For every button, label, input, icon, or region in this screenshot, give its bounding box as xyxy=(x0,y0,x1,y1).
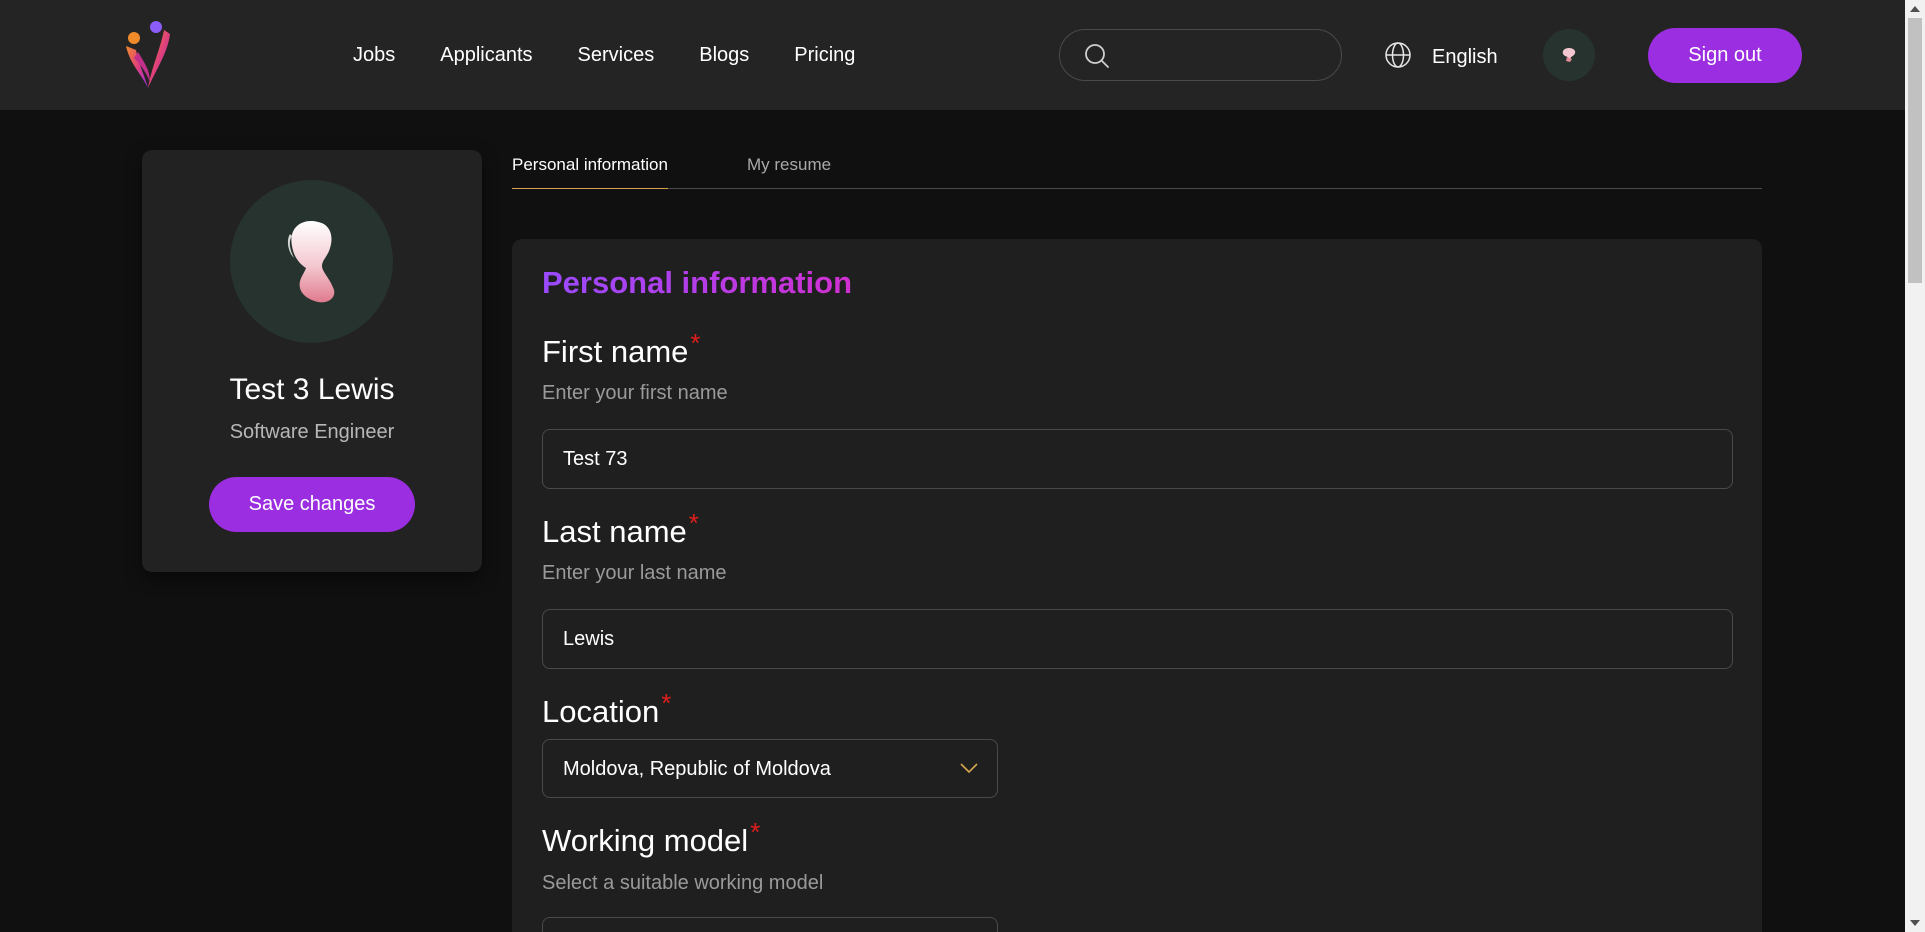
top-navigation-bar: Jobs Applicants Services Blogs Pricing E… xyxy=(0,0,1905,110)
sign-out-button[interactable]: Sign out xyxy=(1648,28,1802,83)
personal-information-panel: Personal information First name* Enter y… xyxy=(512,239,1762,932)
search-icon xyxy=(1084,43,1110,74)
working-model-label: Working model* xyxy=(542,817,760,859)
first-name-label-text: First name xyxy=(542,334,689,369)
profile-avatar[interactable] xyxy=(230,180,393,343)
section-title: Personal information xyxy=(542,265,853,300)
location-selected-value: Moldova, Republic of Moldova xyxy=(563,758,831,780)
last-name-input[interactable] xyxy=(542,609,1733,669)
working-model-label-text: Working model xyxy=(542,823,749,858)
page-scrollbar[interactable] xyxy=(1905,0,1925,932)
main-nav: Jobs Applicants Services Blogs Pricing xyxy=(353,42,900,68)
working-model-select[interactable] xyxy=(542,917,998,932)
required-marker: * xyxy=(688,508,699,538)
save-changes-button[interactable]: Save changes xyxy=(209,477,415,532)
nav-services[interactable]: Services xyxy=(578,42,655,68)
tab-personal-information[interactable]: Personal information xyxy=(512,155,668,189)
scroll-down-arrow-icon[interactable] xyxy=(1910,920,1920,926)
required-marker: * xyxy=(661,688,672,718)
first-name-hint: Enter your first name xyxy=(542,382,728,404)
user-avatar[interactable] xyxy=(1543,29,1595,81)
nav-applicants[interactable]: Applicants xyxy=(440,42,532,68)
working-model-hint: Select a suitable working model xyxy=(542,872,824,894)
nav-jobs[interactable]: Jobs xyxy=(353,42,395,68)
scrollbar-thumb[interactable] xyxy=(1908,18,1922,283)
required-marker: * xyxy=(690,328,701,358)
profile-tabs: Personal information My resume xyxy=(512,150,1762,189)
location-select[interactable]: Moldova, Republic of Moldova xyxy=(542,739,998,798)
language-selector[interactable]: English xyxy=(1384,41,1498,74)
last-name-label-text: Last name xyxy=(542,514,687,549)
nav-pricing[interactable]: Pricing xyxy=(794,42,855,68)
profile-card: Test 3 Lewis Software Engineer Save chan… xyxy=(142,150,482,572)
search-input[interactable] xyxy=(1120,40,1320,70)
profile-job-title: Software Engineer xyxy=(229,421,395,443)
search-box[interactable] xyxy=(1059,29,1342,81)
required-marker: * xyxy=(750,817,761,847)
globe-icon xyxy=(1384,41,1412,74)
last-name-hint: Enter your last name xyxy=(542,562,727,584)
first-name-label: First name* xyxy=(542,328,701,370)
scroll-up-arrow-icon[interactable] xyxy=(1910,6,1920,12)
last-name-label: Last name* xyxy=(542,508,699,550)
brand-logo-icon[interactable] xyxy=(120,16,176,92)
profile-name: Test 3 Lewis xyxy=(229,373,395,406)
language-label: English xyxy=(1432,46,1498,68)
tab-my-resume[interactable]: My resume xyxy=(747,155,831,175)
first-name-input[interactable] xyxy=(542,429,1733,489)
location-label: Location* xyxy=(542,688,671,730)
chevron-down-icon xyxy=(959,760,979,781)
location-label-text: Location xyxy=(542,694,660,729)
nav-blogs[interactable]: Blogs xyxy=(699,42,749,68)
